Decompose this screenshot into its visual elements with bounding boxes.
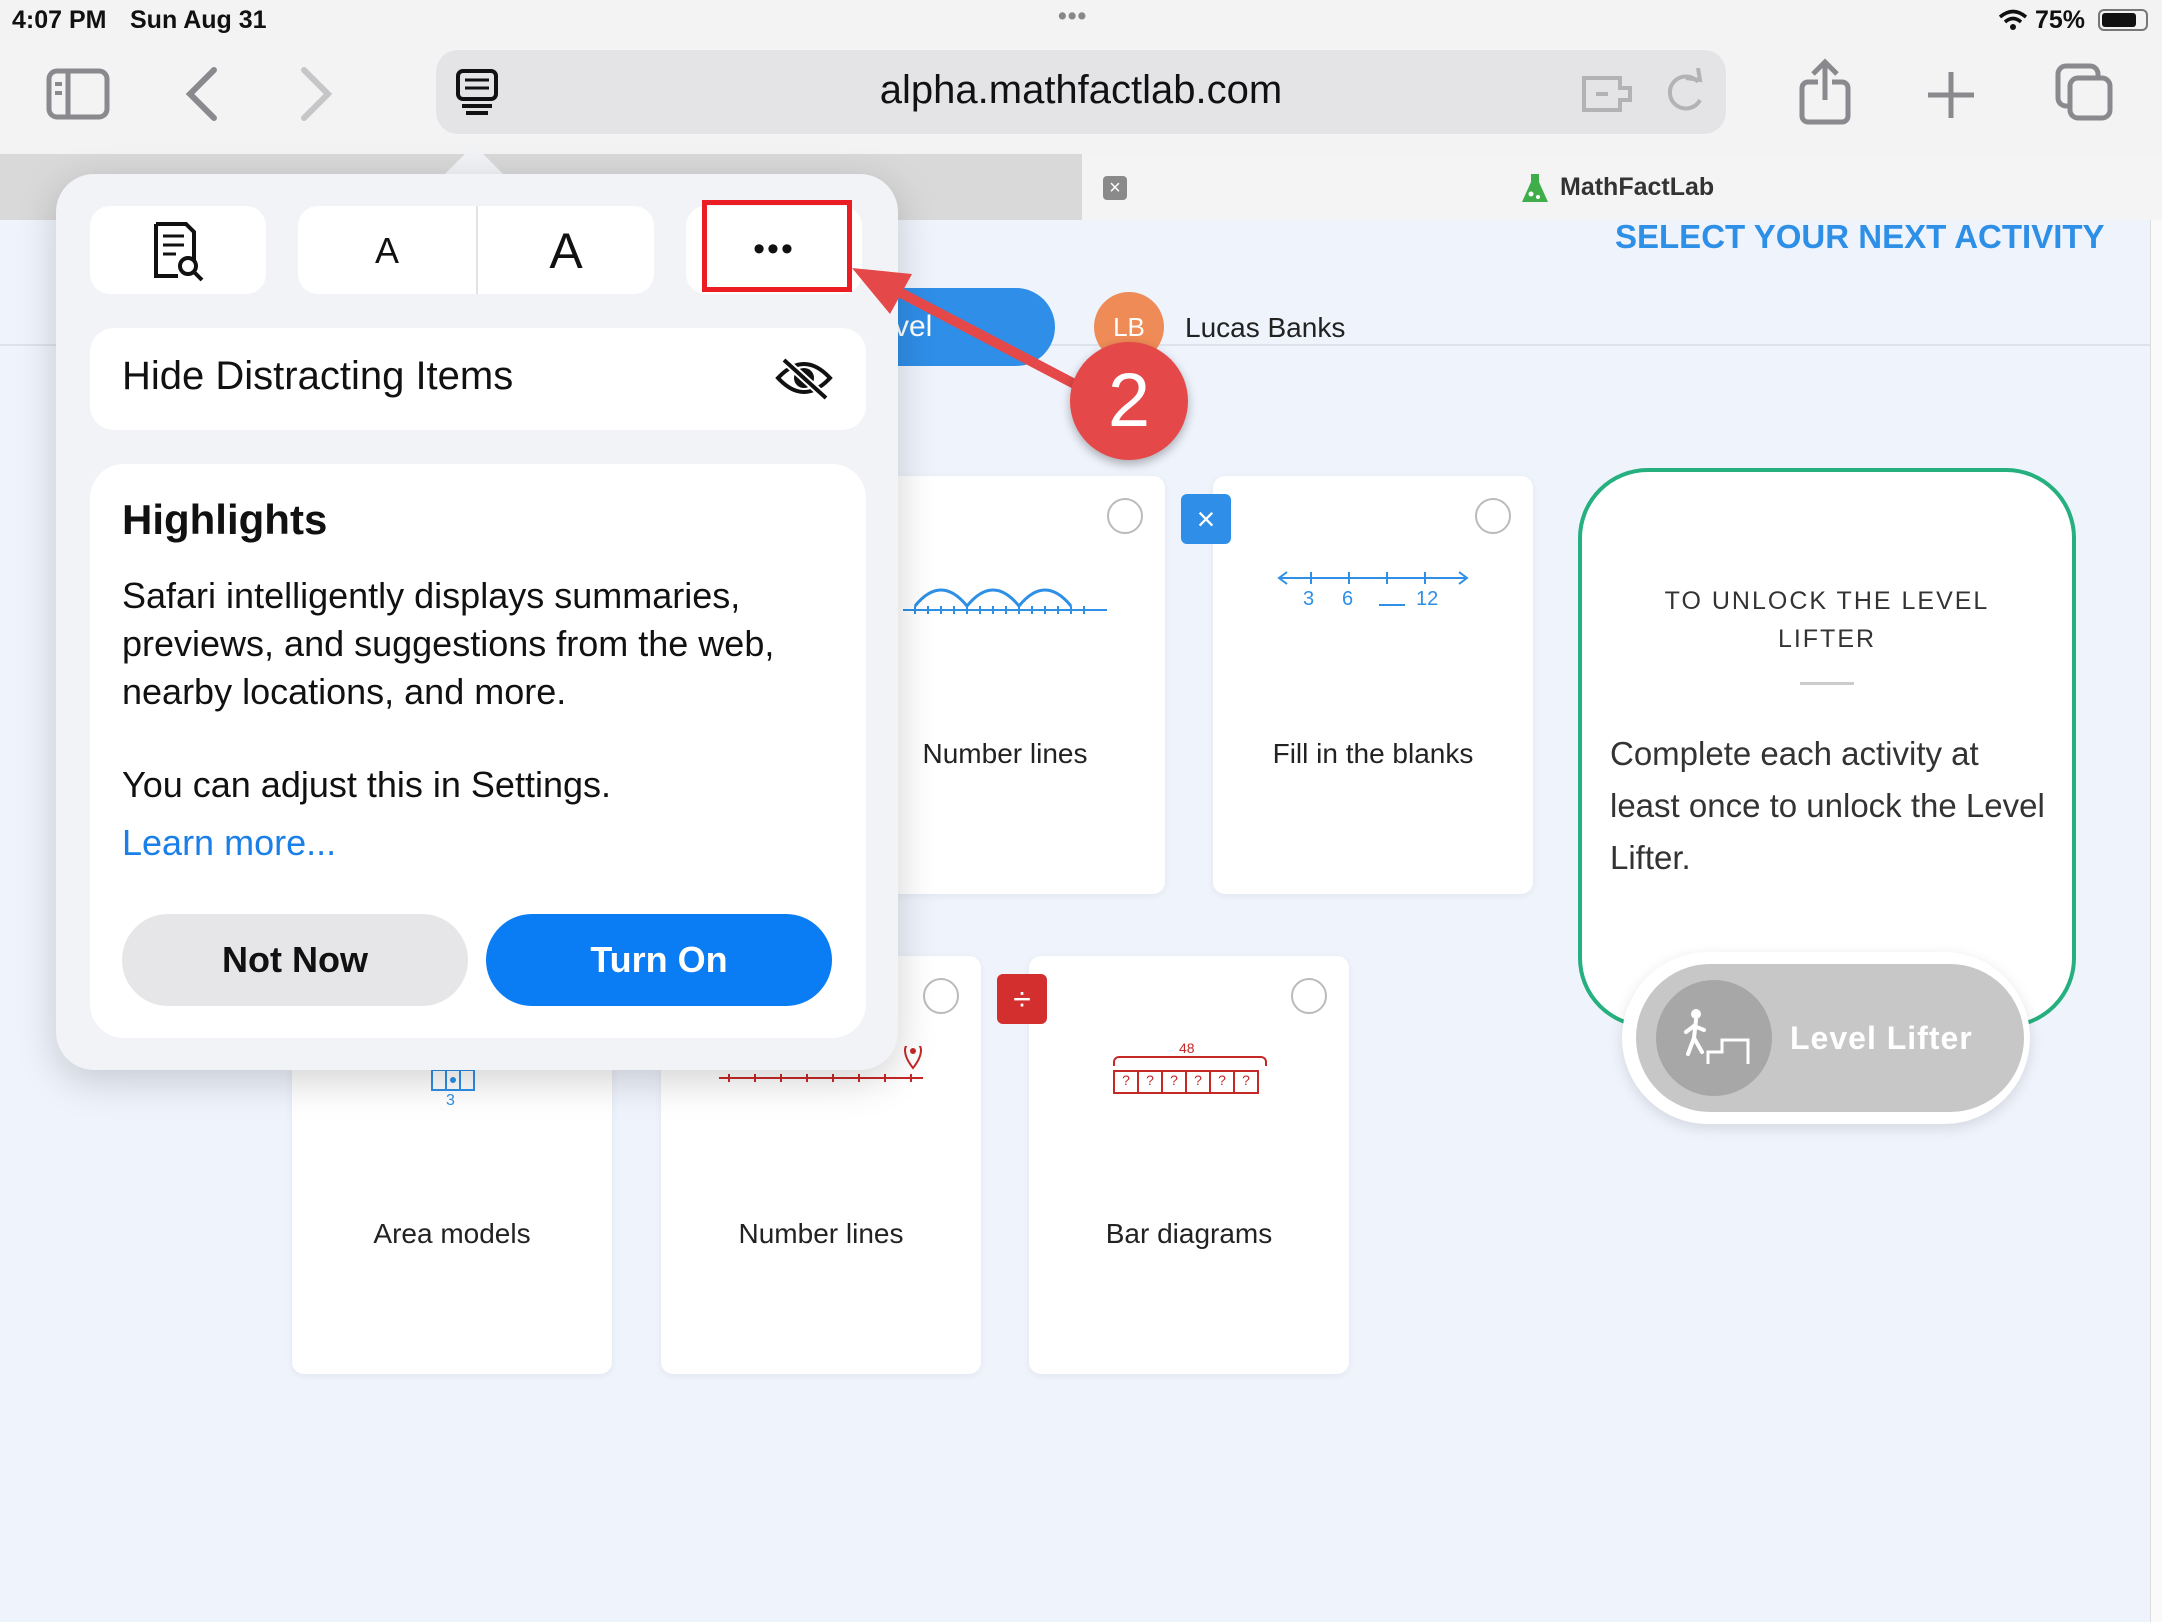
activity-radio[interactable] xyxy=(1291,978,1327,1014)
back-icon[interactable] xyxy=(184,66,220,122)
lock-card-text: Complete each activity at least once to … xyxy=(1610,735,2045,876)
diagram-number: 6 xyxy=(1342,588,1354,610)
activity-radio[interactable] xyxy=(923,978,959,1014)
reader-button[interactable] xyxy=(90,206,266,294)
extension-icon[interactable] xyxy=(1580,70,1638,114)
bar-diagram-cell: ? xyxy=(1115,1072,1139,1092)
battery-percent: 75% xyxy=(2035,6,2086,34)
annotation-arrow-icon xyxy=(852,268,1091,395)
sidebar-toggle-icon[interactable] xyxy=(46,68,110,120)
bar-diagram-cell: ? xyxy=(1187,1072,1211,1092)
stairs-walker-icon xyxy=(1684,1009,1750,1064)
annotation-highlight-box xyxy=(702,200,852,292)
mathfactlab-favicon-icon xyxy=(1522,174,1548,202)
tab-title: MathFactLab xyxy=(1560,173,1715,201)
divide-badge: ÷ xyxy=(997,974,1047,1024)
diagram-number: 3 xyxy=(446,1092,455,1109)
status-time: 4:07 PM xyxy=(12,6,107,34)
tab-overview-icon[interactable] xyxy=(2054,62,2114,122)
decrease-font-button[interactable]: A xyxy=(298,230,476,272)
area-model-icon xyxy=(431,1069,475,1091)
bar-diagram-cell: ? xyxy=(1139,1072,1163,1092)
reader-summary-icon xyxy=(154,222,204,282)
bar-diagram-cell: ? xyxy=(1242,1072,1250,1088)
bar-diagram-boxes: ? ? ? ? ? ? xyxy=(1113,1070,1259,1094)
highlights-description: Safari intelligently displays summaries,… xyxy=(122,575,775,712)
turn-on-button[interactable]: Turn On xyxy=(486,914,832,1006)
share-icon[interactable] xyxy=(1798,58,1852,126)
activity-card-label: Bar diagrams xyxy=(1105,1218,1273,1249)
increase-font-button[interactable]: A xyxy=(478,222,654,280)
diagram-number: 12 xyxy=(1416,588,1439,610)
url-text[interactable]: alpha.mathfactlab.com xyxy=(436,68,1726,113)
new-tab-icon[interactable] xyxy=(1926,70,1976,120)
number-line-icon xyxy=(1277,571,1469,585)
bar-diagram-cell: ? xyxy=(1163,1072,1187,1092)
user-name: Lucas Banks xyxy=(1185,312,1346,343)
number-line-jumps-icon xyxy=(903,588,1107,614)
activity-card-fill-in-the-blanks[interactable]: × 3 6 12 Fill in the blanks xyxy=(1181,476,1533,894)
diagram-blank xyxy=(1379,604,1405,606)
eye-slash-icon xyxy=(775,357,833,400)
level-lifter-label: Level Lifter xyxy=(1790,1020,1973,1056)
status-date: Sun Aug 31 xyxy=(130,6,267,34)
multiply-badge: × xyxy=(1181,494,1231,544)
bar-diagram-brace xyxy=(1113,1056,1267,1066)
address-bar[interactable]: alpha.mathfactlab.com xyxy=(436,50,1726,134)
lock-card-title: TO UNLOCK THE LEVEL LIFTER xyxy=(1664,587,1990,653)
battery-icon xyxy=(2098,9,2148,31)
wifi-icon xyxy=(1998,9,2028,30)
multitask-dots[interactable]: ••• xyxy=(1058,2,1087,31)
hide-distracting-items-label: Hide Distracting Items xyxy=(122,354,514,398)
learn-more-link[interactable]: Learn more... xyxy=(122,822,336,864)
annotation-step-number: 2 xyxy=(1070,342,1188,460)
reload-icon[interactable] xyxy=(1662,68,1708,116)
not-now-button[interactable]: Not Now xyxy=(122,914,468,1006)
activity-card-label: Fill in the blanks xyxy=(1272,738,1474,769)
page-heading: SELECT YOUR NEXT ACTIVITY xyxy=(1615,218,2105,255)
activity-card-label: Area models xyxy=(373,1218,531,1249)
page-scrollbar[interactable] xyxy=(2150,220,2162,1622)
activity-card-label: Number lines xyxy=(738,1218,904,1249)
forward-icon[interactable] xyxy=(298,66,334,122)
diagram-number: 3 xyxy=(1303,588,1315,610)
highlights-settings-note: You can adjust this in Settings. xyxy=(122,764,611,805)
level-lifter-icon-circle xyxy=(1656,980,1772,1096)
activity-radio[interactable] xyxy=(1107,498,1143,534)
lock-card-divider xyxy=(1800,682,1854,685)
bar-diagram-total: 48 xyxy=(1179,1040,1195,1056)
font-size-control: A A xyxy=(298,206,654,294)
tab-close-button[interactable]: × xyxy=(1103,176,1127,200)
bar-diagram-cell: ? xyxy=(1211,1072,1235,1092)
highlights-title: Highlights xyxy=(122,496,328,543)
activity-card-bar-diagrams[interactable]: ÷ 48 ? ? ? ? ? ? Bar diagrams xyxy=(997,956,1349,1374)
status-bar: 4:07 PM Sun Aug 31 ••• 75% xyxy=(0,0,2162,42)
activity-radio[interactable] xyxy=(1475,498,1511,534)
